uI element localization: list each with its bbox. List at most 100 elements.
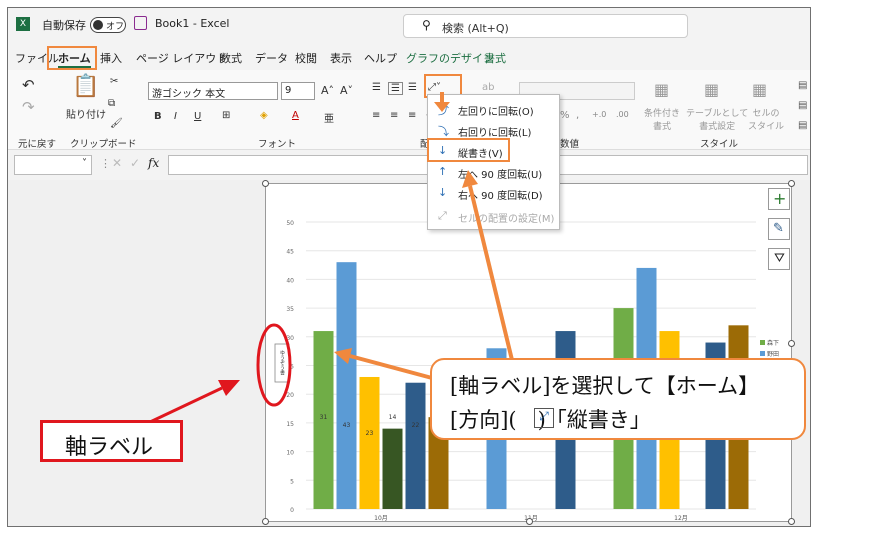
y-tick-label: 45 [286,249,294,256]
bar[interactable] [336,262,357,509]
cancel-icon[interactable]: ✕ [112,156,122,170]
decrease-decimal-icon[interactable]: .00 [616,110,629,119]
paste-label[interactable]: 貼り付け [66,106,106,121]
resize-handle-br[interactable] [788,518,795,525]
tab-formulas[interactable]: 数式 [220,50,242,66]
align-bottom-icon[interactable]: ☰ [408,82,417,93]
bar[interactable] [382,428,403,509]
search-icon: ⚲ [422,18,431,32]
chart-elements-button[interactable]: + [768,188,790,210]
table-format-icon[interactable]: ▦ [704,80,719,99]
tab-chart-design[interactable]: グラフのデザイン [406,50,494,66]
wrap-text-icon[interactable]: ab [482,82,494,93]
autosave-label: 自動保存 [42,19,86,32]
menu-item-rotate-up[interactable]: ↑ 左へ 90 度回転(U) [430,162,559,182]
brush-icon: ✎ [773,221,784,236]
orientation-dropdown: ⤴ 左回りに回転(O) ⤵ 右回りに回転(L) ↓ 縦書き(V) ↑ 左へ 90… [427,94,560,230]
resize-handle-tl[interactable] [262,180,269,187]
bold-button[interactable]: B [154,111,162,122]
conditional-format-icon[interactable]: ▦ [654,80,669,99]
chart-area[interactable]: 0510152025303540455010月11月12月31432314221… [265,183,792,522]
resize-handle-right[interactable] [788,340,795,347]
axis-label-caption: 軸ラベル [40,420,183,462]
resize-handle-bottom[interactable] [526,518,533,525]
format-cells-icon[interactable]: ▤ [798,120,807,131]
orientation-icon: ⤢ [534,408,554,428]
number-group-label: 数値 [560,139,580,150]
font-group-label: フォント [258,139,297,150]
menu-item-rotate-ccw[interactable]: ⤴ 左回りに回転(O) [430,99,559,119]
format-painter-icon[interactable]: 🖌 [110,118,123,129]
chart-styles-button[interactable]: ✎ [768,218,790,240]
tab-page-layout[interactable]: ページ レイアウト [136,50,227,66]
data-label: 14 [389,414,397,421]
rotate-down-icon: ↓ [438,186,448,199]
align-middle-icon[interactable]: ☰ [388,82,403,95]
tab-help[interactable]: ヘルプ [364,50,397,66]
menu-item-label: 右へ 90 度回転(D) [458,191,543,202]
phonetic-icon[interactable]: 亜 [324,110,334,125]
grow-font-icon[interactable]: A˄ [321,84,334,97]
increase-decimal-icon[interactable]: +.0 [592,110,606,119]
menu-bar: ファイル ホーム 挿入 ページ レイアウト 数式 データ 校閲 表示 ヘルプ グ… [8,46,810,68]
align-top-icon[interactable]: ☰ [372,82,381,93]
insert-cells-icon[interactable]: ▤ [798,80,807,91]
menu-item-label: 右回りに回転(L) [458,128,532,139]
instruction-callout: [軸ラベル]を選択して【ホーム】 [方向]( )「縦書き」 ⤢ [430,358,806,440]
y-tick-label: 40 [286,277,294,284]
bar[interactable] [405,382,426,509]
autosave-state: オフ [106,22,125,32]
font-color-icon[interactable]: A [292,110,299,121]
conditional-format-label[interactable]: 条件付き 書式 [644,106,680,132]
tab-view[interactable]: 表示 [330,50,352,66]
table-format-label[interactable]: テーブルとして 書式設定 [686,106,748,132]
autosave-toggle[interactable]: オフ [90,17,126,33]
tab-review[interactable]: 校閲 [295,50,317,66]
fill-color-icon[interactable]: ◈ [260,110,268,121]
save-icon[interactable] [134,16,147,30]
redo-icon[interactable]: ↷ [22,98,35,116]
align-left-icon[interactable]: ≡ [372,110,380,121]
fx-icon[interactable]: fx [148,156,159,170]
underline-button[interactable]: U [194,111,201,122]
copy-icon[interactable]: ⧉ [108,98,115,109]
menu-item-rotate-cw[interactable]: ⤵ 右回りに回転(L) [430,120,559,140]
font-size-select[interactable]: 9 [281,82,315,100]
border-icon[interactable]: ⊞ [222,110,230,121]
menu-item-label: 左回りに回転(O) [458,107,534,118]
resize-handle-bl[interactable] [262,518,269,525]
search-box[interactable]: ⚲ 検索 (Alt+Q) [403,14,688,38]
legend-swatch [760,351,765,356]
tab-data[interactable]: データ [255,50,288,66]
chart-svg: 0510152025303540455010月11月12月31432314221… [274,220,779,522]
enter-icon[interactable]: ✓ [130,156,140,170]
sheet-area: 0510152025303540455010月11月12月31432314221… [8,180,810,526]
y-tick-label: 15 [286,421,294,428]
cut-icon[interactable]: ✂ [110,76,118,87]
tab-insert[interactable]: 挿入 [100,50,122,66]
align-center-icon[interactable]: ≡ [390,110,398,121]
undo-icon[interactable]: ↶ [22,76,35,94]
bar[interactable] [359,376,380,509]
style-group-label: スタイル [700,139,739,150]
shrink-font-icon[interactable]: A˅ [340,84,353,97]
cell-style-label[interactable]: セルの スタイル [748,106,784,132]
chart-filters-button[interactable]: ⛛ [768,248,790,270]
tab-format[interactable]: 書式 [484,50,506,66]
menu-item-rotate-down[interactable]: ↓ 右へ 90 度回転(D) [430,183,559,203]
rotate-ccw-icon: ⤴ [438,104,449,117]
resize-handle-tr[interactable] [788,180,795,187]
menu-item-format-alignment[interactable]: ⤢ セルの配置の設定(M) [430,206,559,226]
font-name-select[interactable]: 游ゴシック 本文 [148,82,278,100]
comma-icon[interactable]: , [576,110,579,121]
y-tick-label: 35 [286,306,294,313]
ribbon: ↶ ↷ 元に戻す 📋 貼り付け ✂ ⧉ 🖌 クリップボード 游ゴシック 本文 9… [8,70,810,150]
align-right-icon[interactable]: ≡ [408,110,416,121]
percent-icon[interactable]: % [560,110,570,121]
name-box[interactable]: ˅ [14,155,92,175]
italic-button[interactable]: I [174,111,177,122]
cell-style-icon[interactable]: ▦ [752,80,767,99]
paste-icon[interactable]: 📋 [72,74,99,99]
delete-cells-icon[interactable]: ▤ [798,100,807,111]
y-tick-label: 50 [286,220,294,227]
